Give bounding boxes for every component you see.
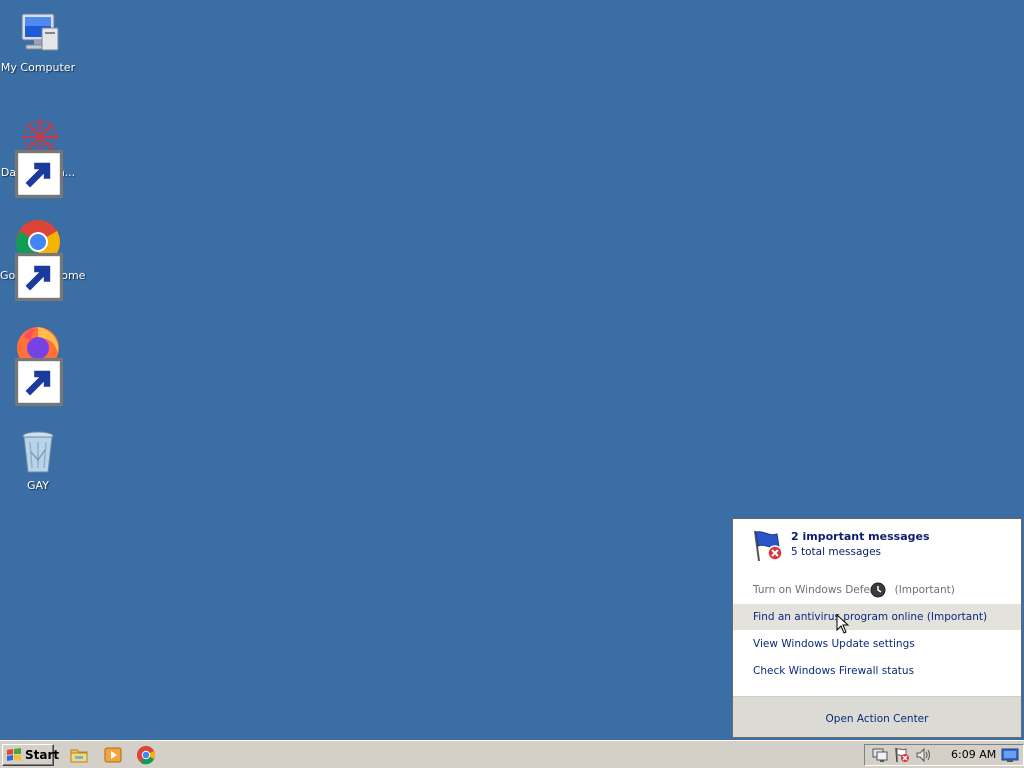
busy-clock-icon	[870, 582, 886, 598]
open-action-center-link[interactable]: Open Action Center	[826, 713, 929, 725]
message-text-right: (Important)	[894, 584, 955, 596]
taskbar: Start 6:09 AM	[0, 740, 1024, 768]
desktop-icon-firefox[interactable]: Firefox	[0, 323, 76, 406]
desktop-icon-google-chrome[interactable]: Google Chrome	[0, 218, 85, 301]
firefox-icon	[14, 323, 63, 406]
explorer-icon[interactable]	[69, 745, 89, 765]
desktop-icon-recycle-bin[interactable]: GAY	[0, 428, 76, 492]
desktop-icon-datawagon[interactable]: DataWagon...	[0, 115, 76, 198]
message-find-antivirus[interactable]: Find an antivirus program online (Import…	[733, 604, 1021, 630]
computer-icon	[14, 10, 62, 58]
message-text: Find an antivirus program online (Import…	[753, 611, 988, 623]
action-center-flag-icon[interactable]	[893, 747, 911, 763]
taskbar-clock[interactable]: 6:09 AM	[951, 748, 996, 761]
desktop-icon-my-computer[interactable]: My Computer	[0, 10, 76, 74]
message-view-windows-update[interactable]: View Windows Update settings	[733, 631, 1021, 657]
shortcut-arrow-icon	[15, 253, 63, 301]
shortcut-arrow-icon	[15, 150, 63, 198]
message-check-firewall[interactable]: Check Windows Firewall status	[733, 658, 1021, 684]
popup-title: 2 important messages	[791, 530, 930, 543]
start-label: Start	[25, 748, 60, 762]
action-center-popup: 2 important messages 5 total messages Tu…	[732, 518, 1022, 738]
chrome-icon	[14, 218, 63, 301]
media-player-icon[interactable]	[103, 745, 123, 765]
desktop-icon-label: My Computer	[0, 61, 76, 74]
message-text-left: Turn on Windows Defen	[753, 584, 877, 596]
windows-logo-icon	[6, 748, 22, 762]
message-text: View Windows Update settings	[753, 638, 915, 650]
mouse-cursor-icon	[836, 613, 850, 634]
action-center-flag-icon	[751, 529, 787, 563]
system-tray: 6:09 AM	[864, 744, 1024, 766]
popup-footer: Open Action Center	[733, 696, 1021, 737]
datawagon-icon	[14, 115, 63, 198]
popup-subtitle: 5 total messages	[791, 546, 882, 558]
desktop-icon-label: GAY	[27, 479, 49, 492]
recycle-bin-icon	[14, 428, 62, 476]
volume-icon[interactable]	[915, 747, 933, 763]
chrome-icon[interactable]	[136, 745, 156, 765]
show-desktop-icon[interactable]	[1001, 747, 1019, 763]
network-icon[interactable]	[871, 747, 889, 763]
start-button[interactable]: Start	[2, 744, 59, 766]
shortcut-arrow-icon	[15, 358, 63, 406]
message-text: Check Windows Firewall status	[753, 665, 915, 677]
